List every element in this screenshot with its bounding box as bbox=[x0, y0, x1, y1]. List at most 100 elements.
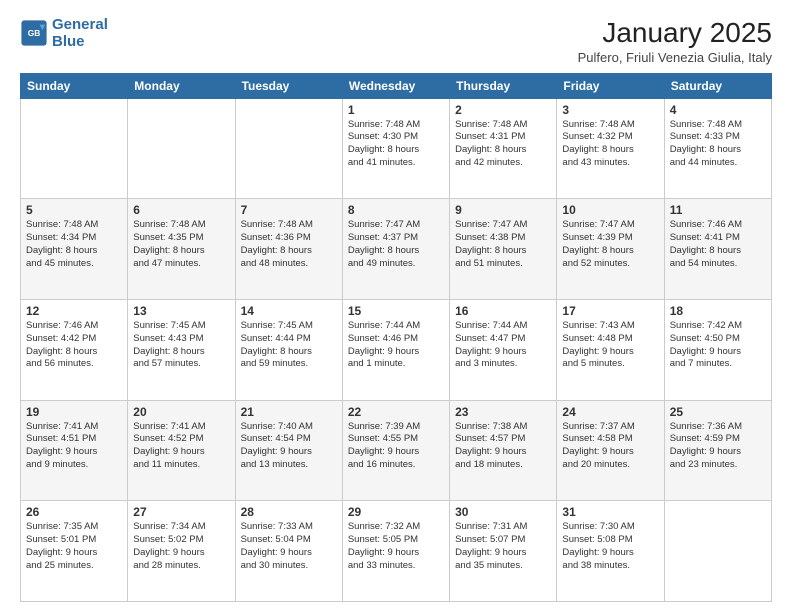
day-number: 12 bbox=[26, 304, 122, 318]
col-wednesday: Wednesday bbox=[342, 73, 449, 98]
day-number: 8 bbox=[348, 203, 444, 217]
day-number: 9 bbox=[455, 203, 551, 217]
calendar-cell: 5 Sunrise: 7:48 AM Sunset: 4:34 PM Daylig… bbox=[21, 199, 128, 300]
calendar-cell: 30 Sunrise: 7:31 AM Sunset: 5:07 PM Dayli… bbox=[450, 501, 557, 602]
calendar-cell: 9 Sunrise: 7:47 AM Sunset: 4:38 PM Daylig… bbox=[450, 199, 557, 300]
calendar-cell: 17Sunrise: 7:43 AM Sunset: 4:48 PM Dayli… bbox=[557, 299, 664, 400]
calendar-cell: 15Sunrise: 7:44 AM Sunset: 4:46 PM Dayli… bbox=[342, 299, 449, 400]
calendar-cell: 4Sunrise: 7:48 AM Sunset: 4:33 PM Daylig… bbox=[664, 98, 771, 199]
cell-content: Sunrise: 7:48 AM Sunset: 4:34 PM Dayligh… bbox=[26, 219, 122, 270]
calendar-cell: 25 Sunrise: 7:36 AM Sunset: 4:59 PM Dayli… bbox=[664, 400, 771, 501]
day-number: 27 bbox=[133, 505, 229, 519]
cell-content: Sunrise: 7:48 AM Sunset: 4:30 PM Dayligh… bbox=[348, 119, 444, 170]
title-section: January 2025 Pulfero, Friuli Venezia Giu… bbox=[578, 16, 772, 65]
day-number: 16 bbox=[455, 304, 551, 318]
cell-content: Sunrise: 7:48 AM Sunset: 4:35 PM Dayligh… bbox=[133, 219, 229, 270]
day-number: 25 bbox=[670, 405, 766, 419]
calendar-cell: 18Sunrise: 7:42 AM Sunset: 4:50 PM Dayli… bbox=[664, 299, 771, 400]
calendar-cell: 27 Sunrise: 7:34 AM Sunset: 5:02 PM Dayli… bbox=[128, 501, 235, 602]
cell-content: Sunrise: 7:45 AM Sunset: 4:43 PM Dayligh… bbox=[133, 320, 229, 371]
calendar-cell: 29Sunrise: 7:32 AM Sunset: 5:05 PM Dayli… bbox=[342, 501, 449, 602]
cell-content: Sunrise: 7:36 AM Sunset: 4:59 PM Dayligh… bbox=[670, 421, 766, 472]
cell-content: Sunrise: 7:47 AM Sunset: 4:38 PM Dayligh… bbox=[455, 219, 551, 270]
day-number: 24 bbox=[562, 405, 658, 419]
calendar-cell: 26 Sunrise: 7:35 AM Sunset: 5:01 PM Dayli… bbox=[21, 501, 128, 602]
logo-text-line2: Blue bbox=[52, 33, 108, 50]
cell-content: Sunrise: 7:30 AM Sunset: 5:08 PM Dayligh… bbox=[562, 521, 658, 572]
calendar-cell bbox=[235, 98, 342, 199]
calendar-week-row-3: 19 Sunrise: 7:41 AM Sunset: 4:51 PM Dayli… bbox=[21, 400, 772, 501]
calendar-week-row-1: 5 Sunrise: 7:48 AM Sunset: 4:34 PM Daylig… bbox=[21, 199, 772, 300]
calendar-cell: 10 Sunrise: 7:47 AM Sunset: 4:39 PM Dayli… bbox=[557, 199, 664, 300]
calendar-header-row: Sunday Monday Tuesday Wednesday Thursday… bbox=[21, 73, 772, 98]
calendar-cell: 2Sunrise: 7:48 AM Sunset: 4:31 PM Daylig… bbox=[450, 98, 557, 199]
day-number: 1 bbox=[348, 103, 444, 117]
location-subtitle: Pulfero, Friuli Venezia Giulia, Italy bbox=[578, 50, 772, 65]
calendar-cell: 19 Sunrise: 7:41 AM Sunset: 4:51 PM Dayli… bbox=[21, 400, 128, 501]
calendar-cell: 6 Sunrise: 7:48 AM Sunset: 4:35 PM Daylig… bbox=[128, 199, 235, 300]
page: GB General Blue January 2025 Pulfero, Fr… bbox=[0, 0, 792, 612]
day-number: 26 bbox=[26, 505, 122, 519]
day-number: 3 bbox=[562, 103, 658, 117]
calendar-cell: 28 Sunrise: 7:33 AM Sunset: 5:04 PM Dayli… bbox=[235, 501, 342, 602]
calendar-cell: 14Sunrise: 7:45 AM Sunset: 4:44 PM Dayli… bbox=[235, 299, 342, 400]
cell-content: Sunrise: 7:46 AM Sunset: 4:41 PM Dayligh… bbox=[670, 219, 766, 270]
day-number: 7 bbox=[241, 203, 337, 217]
calendar-cell: 24Sunrise: 7:37 AM Sunset: 4:58 PM Dayli… bbox=[557, 400, 664, 501]
cell-content: Sunrise: 7:44 AM Sunset: 4:46 PM Dayligh… bbox=[348, 320, 444, 371]
cell-content: Sunrise: 7:39 AM Sunset: 4:55 PM Dayligh… bbox=[348, 421, 444, 472]
calendar-cell: 1 Sunrise: 7:48 AM Sunset: 4:30 PM Daylig… bbox=[342, 98, 449, 199]
cell-content: Sunrise: 7:31 AM Sunset: 5:07 PM Dayligh… bbox=[455, 521, 551, 572]
cell-content: Sunrise: 7:41 AM Sunset: 4:52 PM Dayligh… bbox=[133, 421, 229, 472]
day-number: 20 bbox=[133, 405, 229, 419]
day-number: 28 bbox=[241, 505, 337, 519]
calendar-cell: 12 Sunrise: 7:46 AM Sunset: 4:42 PM Dayli… bbox=[21, 299, 128, 400]
cell-content: Sunrise: 7:46 AM Sunset: 4:42 PM Dayligh… bbox=[26, 320, 122, 371]
col-friday: Friday bbox=[557, 73, 664, 98]
day-number: 6 bbox=[133, 203, 229, 217]
calendar-cell: 11Sunrise: 7:46 AM Sunset: 4:41 PM Dayli… bbox=[664, 199, 771, 300]
calendar-cell bbox=[21, 98, 128, 199]
logo-text-line1: General bbox=[52, 16, 108, 33]
day-number: 21 bbox=[241, 405, 337, 419]
col-thursday: Thursday bbox=[450, 73, 557, 98]
day-number: 13 bbox=[133, 304, 229, 318]
day-number: 19 bbox=[26, 405, 122, 419]
calendar-cell: 23Sunrise: 7:38 AM Sunset: 4:57 PM Dayli… bbox=[450, 400, 557, 501]
header: GB General Blue January 2025 Pulfero, Fr… bbox=[20, 16, 772, 65]
calendar-table: Sunday Monday Tuesday Wednesday Thursday… bbox=[20, 73, 772, 602]
svg-text:GB: GB bbox=[28, 28, 41, 38]
day-number: 29 bbox=[348, 505, 444, 519]
day-number: 17 bbox=[562, 304, 658, 318]
cell-content: Sunrise: 7:40 AM Sunset: 4:54 PM Dayligh… bbox=[241, 421, 337, 472]
cell-content: Sunrise: 7:35 AM Sunset: 5:01 PM Dayligh… bbox=[26, 521, 122, 572]
day-number: 5 bbox=[26, 203, 122, 217]
cell-content: Sunrise: 7:48 AM Sunset: 4:36 PM Dayligh… bbox=[241, 219, 337, 270]
month-title: January 2025 bbox=[578, 16, 772, 50]
cell-content: Sunrise: 7:42 AM Sunset: 4:50 PM Dayligh… bbox=[670, 320, 766, 371]
logo: GB General Blue bbox=[20, 16, 108, 51]
calendar-cell: 22Sunrise: 7:39 AM Sunset: 4:55 PM Dayli… bbox=[342, 400, 449, 501]
cell-content: Sunrise: 7:48 AM Sunset: 4:32 PM Dayligh… bbox=[562, 119, 658, 170]
cell-content: Sunrise: 7:33 AM Sunset: 5:04 PM Dayligh… bbox=[241, 521, 337, 572]
day-number: 31 bbox=[562, 505, 658, 519]
calendar-cell: 7 Sunrise: 7:48 AM Sunset: 4:36 PM Daylig… bbox=[235, 199, 342, 300]
logo-icon: GB bbox=[20, 19, 48, 47]
day-number: 14 bbox=[241, 304, 337, 318]
calendar-cell: 13 Sunrise: 7:45 AM Sunset: 4:43 PM Dayli… bbox=[128, 299, 235, 400]
col-tuesday: Tuesday bbox=[235, 73, 342, 98]
cell-content: Sunrise: 7:47 AM Sunset: 4:37 PM Dayligh… bbox=[348, 219, 444, 270]
calendar-cell: 16Sunrise: 7:44 AM Sunset: 4:47 PM Dayli… bbox=[450, 299, 557, 400]
calendar-cell: 8 Sunrise: 7:47 AM Sunset: 4:37 PM Daylig… bbox=[342, 199, 449, 300]
day-number: 4 bbox=[670, 103, 766, 117]
day-number: 30 bbox=[455, 505, 551, 519]
col-sunday: Sunday bbox=[21, 73, 128, 98]
calendar-cell bbox=[664, 501, 771, 602]
day-number: 10 bbox=[562, 203, 658, 217]
calendar-cell: 20 Sunrise: 7:41 AM Sunset: 4:52 PM Dayli… bbox=[128, 400, 235, 501]
cell-content: Sunrise: 7:47 AM Sunset: 4:39 PM Dayligh… bbox=[562, 219, 658, 270]
calendar-week-row-4: 26 Sunrise: 7:35 AM Sunset: 5:01 PM Dayli… bbox=[21, 501, 772, 602]
cell-content: Sunrise: 7:41 AM Sunset: 4:51 PM Dayligh… bbox=[26, 421, 122, 472]
cell-content: Sunrise: 7:34 AM Sunset: 5:02 PM Dayligh… bbox=[133, 521, 229, 572]
day-number: 23 bbox=[455, 405, 551, 419]
